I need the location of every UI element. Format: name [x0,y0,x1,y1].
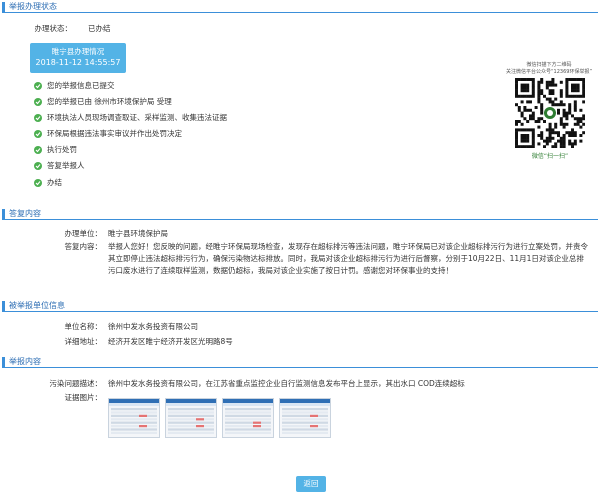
problem-label: 污染问题描述： [49,379,103,388]
section-title-status: 举报办理状态 [9,2,57,11]
status-step-text: 环保局根据违法事实审议并作出处罚决定 [47,129,182,138]
images-label: 证据图片： [64,393,103,402]
status-step-text: 您的举报信息已提交 [47,81,115,90]
check-circle-icon [34,114,42,122]
check-circle-icon [34,179,42,187]
section-bar [2,209,5,219]
qr-footer: 微信“扫一扫” [531,153,569,160]
reply-content-label: 答复内容： [64,242,103,251]
section-title-reported-unit: 被举报单位信息 [9,301,65,310]
status-step-text: 您的举报已由 徐州市环境保护局 受理 [47,97,172,106]
status-step-text: 办结 [47,178,62,187]
status-box-time: 2018-11-12 14:55:57 [35,58,121,67]
back-button[interactable]: 返回 [296,476,326,492]
unit-address-label: 详细地址： [64,337,103,346]
section-header-report: 举报内容 [2,356,598,368]
section-bar [2,357,5,367]
qr-code-icon [515,78,586,149]
section-header-reply: 答复内容 [2,208,598,220]
unit-name-label: 单位名称： [64,322,103,331]
section-header-status: 举报办理状态 [2,1,598,13]
problem-value: 徐州中发水务投资有限公司，在江苏省重点监控企业自行监测信息发布平台上显示，其出水… [108,379,465,388]
status-box: 睢宁县办理情况 2018-11-12 14:55:57 [30,43,126,73]
evidence-image-4[interactable] [279,398,331,438]
evidence-image-3[interactable] [222,398,274,438]
evidence-image-1[interactable] [108,398,160,438]
status-value: 已办结 [88,24,111,33]
check-circle-icon [34,82,42,90]
qr-caption-2: 关注微信平台公众号“12369环保举报” [505,69,593,75]
unit-name-value: 徐州中发水务投资有限公司 [108,322,198,331]
reply-unit-value: 睢宁县环境保护局 [108,229,168,238]
check-circle-icon [34,130,42,138]
reply-unit-label: 办理单位： [64,229,103,238]
reply-content-value: 举报人您好！您反映的问题，经睢宁环保局现场检查，发现存在超标排污等违法问题，睢宁… [108,242,588,275]
status-step-text: 执行处罚 [47,145,77,154]
section-title-reply: 答复内容 [9,209,41,218]
check-circle-icon [34,146,42,154]
status-label: 办理状态： [34,24,73,33]
status-box-title: 睢宁县办理情况 [51,47,105,56]
status-step-text: 环境执法人员现场调查取证、采样监测、收集违法证据 [47,113,227,122]
section-bar [2,301,5,311]
unit-address-value: 经济开发区睢宁经济开发区光明路8号 [108,337,233,346]
section-header-reported-unit: 被举报单位信息 [2,300,598,312]
section-bar [2,2,5,12]
evidence-image-2[interactable] [165,398,217,438]
check-circle-icon [34,98,42,106]
check-circle-icon [34,162,42,170]
status-step-text: 答复举报人 [47,161,85,170]
section-title-report: 举报内容 [9,357,41,366]
qr-caption-1: 微信扫描下方二维码 [526,62,572,68]
